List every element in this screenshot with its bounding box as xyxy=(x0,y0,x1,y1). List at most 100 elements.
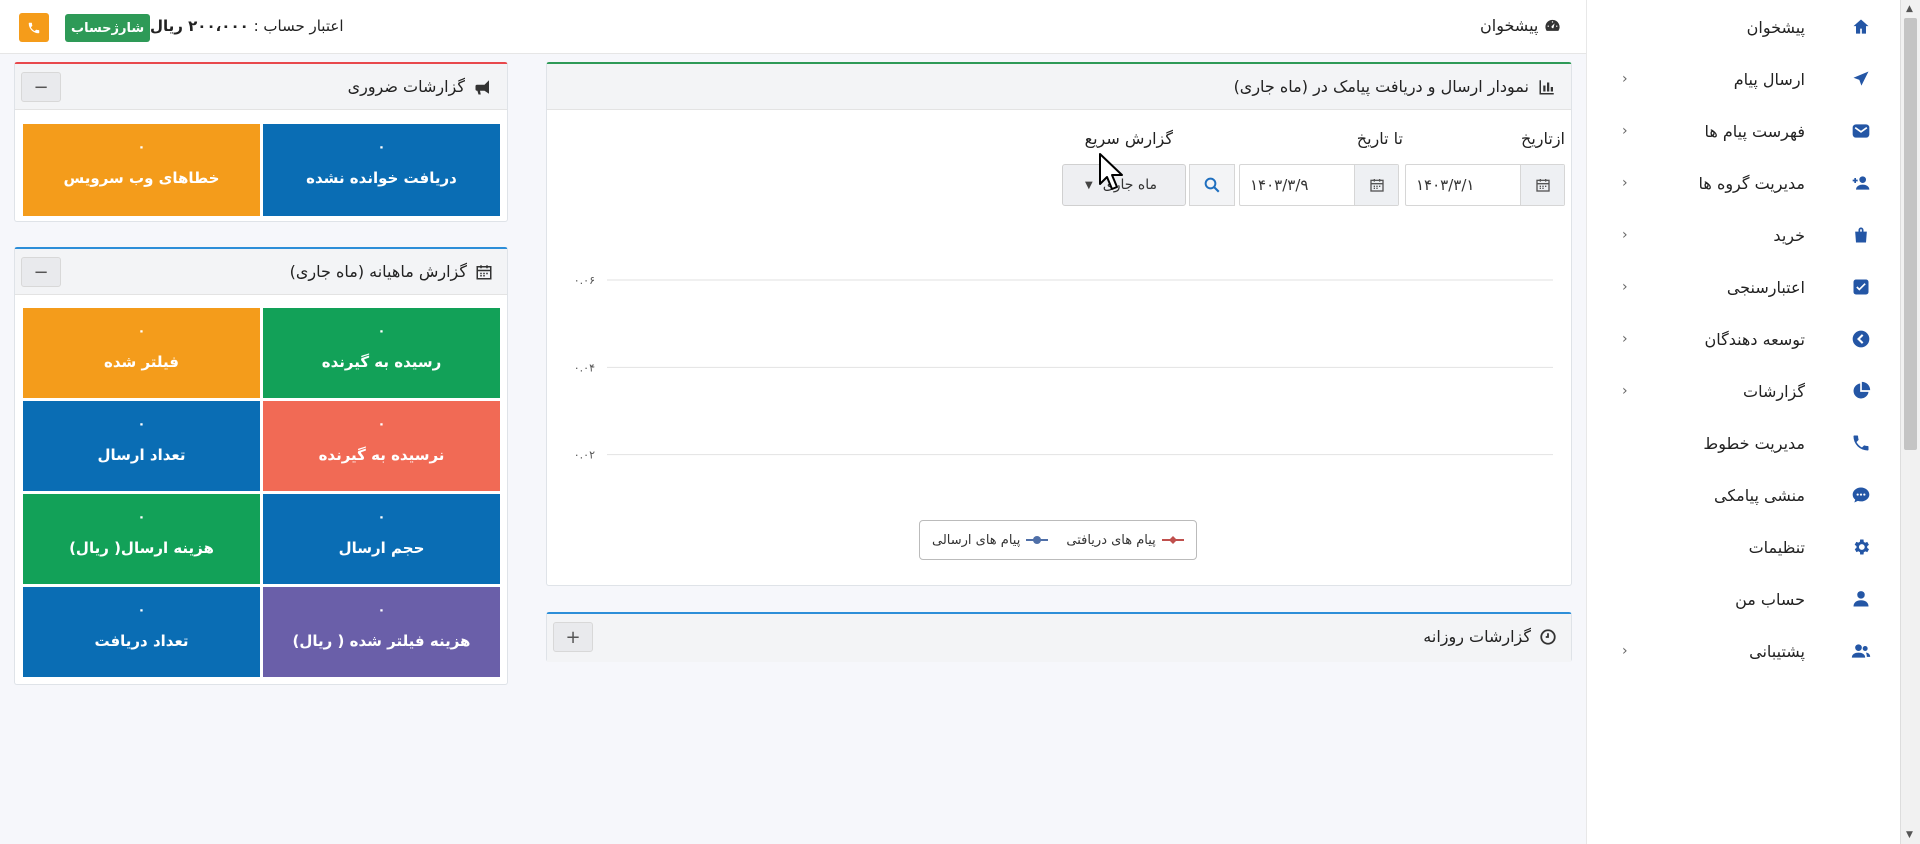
tile-label: تعداد ارسال xyxy=(97,446,186,464)
sidebar-item-dashboard[interactable]: پیشخوان xyxy=(1586,1,1900,53)
expand-button[interactable]: + xyxy=(553,622,593,652)
tile-value: ۰ xyxy=(377,140,386,155)
legend-received-marker xyxy=(1161,536,1184,544)
tile-label: هزینه ارسال( ریال) xyxy=(69,539,214,557)
sidebar-item-label: توسعه دهندگان xyxy=(1704,329,1805,349)
sidebar-item-validation[interactable]: اعتبارسنجی ‹ xyxy=(1586,261,1900,313)
tile-label: هزینه فیلتر شده ( ریال) xyxy=(292,632,471,650)
chevron-left-icon: ‹ xyxy=(1622,279,1628,295)
search-icon xyxy=(1204,177,1220,193)
monthly-report-panel: گزارش ماهیانه (ماه جاری) − ۰ رسیده به گی… xyxy=(14,247,508,685)
panel-title-text: گزارش ماهیانه (ماه جاری) xyxy=(289,262,467,281)
y-tick-label: ۰.۰۲ xyxy=(574,449,595,462)
page-title-text: پیشخوان xyxy=(1480,16,1539,35)
account-balance: اعتبار حساب : ۲۰۰،۰۰۰ ریال xyxy=(150,17,343,35)
report-tile-unread-received[interactable]: ۰ دریافت خوانده نشده xyxy=(263,124,500,216)
panel-title-text: گزارشات روزانه xyxy=(1423,627,1531,646)
legend-label: پیام های دریافتی xyxy=(1066,532,1156,548)
report-tile-sent-volume[interactable]: ۰ حجم ارسال xyxy=(263,494,500,584)
sidebar-item-line-management[interactable]: مدیریت خطوط xyxy=(1586,417,1900,469)
chevron-left-icon: ‹ xyxy=(1622,383,1628,399)
bag-icon xyxy=(1850,224,1872,246)
sidebar-item-label: مدیریت گروه ها xyxy=(1698,173,1805,193)
panel-header: گزارشات روزانه + xyxy=(547,614,1571,662)
calendar-icon[interactable] xyxy=(1520,165,1564,205)
chat-icon xyxy=(1850,484,1872,506)
tile-label: رسیده به گیرنده xyxy=(321,353,442,371)
y-tick-label: ۰.۰۶ xyxy=(574,274,595,287)
sidebar-item-group-management[interactable]: مدیریت گروه ها ‹ xyxy=(1586,157,1900,209)
send-icon xyxy=(1850,68,1872,90)
sidebar-item-my-account[interactable]: حساب من xyxy=(1586,573,1900,625)
report-tile-delivered[interactable]: ۰ رسیده به گیرنده xyxy=(263,308,500,398)
user-plus-icon xyxy=(1850,172,1872,194)
panel-title: گزارشات ضروری xyxy=(348,77,493,96)
sidebar-item-label: اعتبارسنجی xyxy=(1726,277,1805,297)
bar-chart-icon xyxy=(1539,79,1554,94)
urgent-reports-panel: گزارشات ضروری − ۰ دریافت خوانده نشده ۰ خ… xyxy=(14,62,508,222)
report-tile-webservice-errors[interactable]: ۰ خطاهای وب سرویس xyxy=(23,124,260,216)
report-tile-received-count[interactable]: ۰ تعداد دریافت xyxy=(23,587,260,677)
report-tile-send-cost[interactable]: ۰ هزینه ارسال( ریال) xyxy=(23,494,260,584)
from-date-input[interactable]: ۱۴۰۳/۳/۱ xyxy=(1405,164,1565,206)
chart-legend: پیام های دریافتی پیام های ارسالی xyxy=(919,520,1197,560)
legend-item-sent[interactable]: پیام های ارسالی xyxy=(932,533,1049,548)
report-tile-filtered[interactable]: ۰ فیلتر شده xyxy=(23,308,260,398)
sidebar-item-message-list[interactable]: فهرست پیام ها ‹ xyxy=(1586,105,1900,157)
page-scrollbar[interactable]: ▲ ▼ xyxy=(1900,0,1920,844)
calendar-icon xyxy=(476,264,492,279)
tile-value: ۰ xyxy=(137,324,146,339)
sidebar-item-send-message[interactable]: ارسال پیام ‹ xyxy=(1586,53,1900,105)
sidebar-item-sms-secretary[interactable]: منشی پیامکی xyxy=(1586,469,1900,521)
panel-title-text: گزارشات ضروری xyxy=(347,77,465,96)
to-date-label: تا تاریخ xyxy=(1356,129,1403,148)
sidebar-item-purchase[interactable]: خرید ‹ xyxy=(1586,209,1900,261)
tile-label: دریافت خوانده نشده xyxy=(306,169,457,187)
chevron-left-icon: ‹ xyxy=(1622,175,1628,191)
search-button[interactable] xyxy=(1189,164,1235,206)
mouse-cursor-icon xyxy=(1099,153,1123,190)
charge-account-button[interactable]: شارژحساب xyxy=(65,14,151,42)
tile-value: ۰ xyxy=(137,417,146,432)
quick-report-label: گزارش سریع xyxy=(1084,129,1173,148)
home-icon xyxy=(1850,16,1872,38)
phone-icon xyxy=(1850,432,1872,454)
panel-header: گزارشات ضروری − xyxy=(15,64,507,110)
balance-value: ۲۰۰،۰۰۰ ریال xyxy=(150,17,249,35)
user-icon xyxy=(1850,588,1872,610)
report-tile-sent-count[interactable]: ۰ تعداد ارسال xyxy=(23,401,260,491)
scroll-down-arrow-icon[interactable]: ▼ xyxy=(1906,830,1913,840)
sidebar-item-settings[interactable]: تنظیمات xyxy=(1586,521,1900,573)
users-icon xyxy=(1850,640,1872,662)
sidebar-item-support[interactable]: پشتیبانی ‹ xyxy=(1586,625,1900,677)
check-square-icon xyxy=(1850,276,1872,298)
gear-icon xyxy=(1850,536,1872,558)
sidebar-item-developers[interactable]: توسعه دهندگان ‹ xyxy=(1586,313,1900,365)
dashboard-gauge-icon xyxy=(1545,19,1560,31)
report-tile-not-delivered[interactable]: ۰ نرسیده به گیرنده xyxy=(263,401,500,491)
sidebar-item-label: منشی پیامکی xyxy=(1714,485,1805,505)
chevron-left-icon: ‹ xyxy=(1622,227,1628,243)
collapse-button[interactable]: − xyxy=(21,257,61,287)
report-tile-filtered-cost[interactable]: ۰ هزینه فیلتر شده ( ریال) xyxy=(263,587,500,677)
to-date-input[interactable]: ۱۴۰۳/۳/۹ xyxy=(1239,164,1399,206)
phone-icon xyxy=(28,22,40,33)
call-button[interactable] xyxy=(19,13,49,42)
balance-label: اعتبار حساب : xyxy=(253,17,344,35)
legend-item-received[interactable]: پیام های دریافتی xyxy=(1066,532,1184,548)
collapse-button[interactable]: − xyxy=(21,72,61,102)
sidebar: پیشخوان ارسال پیام ‹ فهرست پیام ها ‹ مدی… xyxy=(1586,0,1900,844)
scrollbar-thumb[interactable] xyxy=(1904,18,1917,450)
sidebar-item-label: پشتیبانی xyxy=(1749,641,1805,661)
tile-label: تعداد دریافت xyxy=(94,632,189,650)
calendar-icon[interactable] xyxy=(1354,165,1398,205)
panel-title: گزارشات روزانه xyxy=(1423,627,1557,646)
sidebar-item-reports[interactable]: گزارشات ‹ xyxy=(1586,365,1900,417)
send-receive-chart-panel: نمودار ارسال و دریافت پیامک در (ماه جاری… xyxy=(546,62,1572,586)
scroll-up-arrow-icon[interactable]: ▲ xyxy=(1906,4,1913,14)
tile-value: ۰ xyxy=(377,510,386,525)
sidebar-item-label: ارسال پیام xyxy=(1733,69,1805,89)
tile-value: ۰ xyxy=(137,510,146,525)
tile-value: ۰ xyxy=(377,324,386,339)
panel-header: نمودار ارسال و دریافت پیامک در (ماه جاری… xyxy=(547,64,1571,110)
